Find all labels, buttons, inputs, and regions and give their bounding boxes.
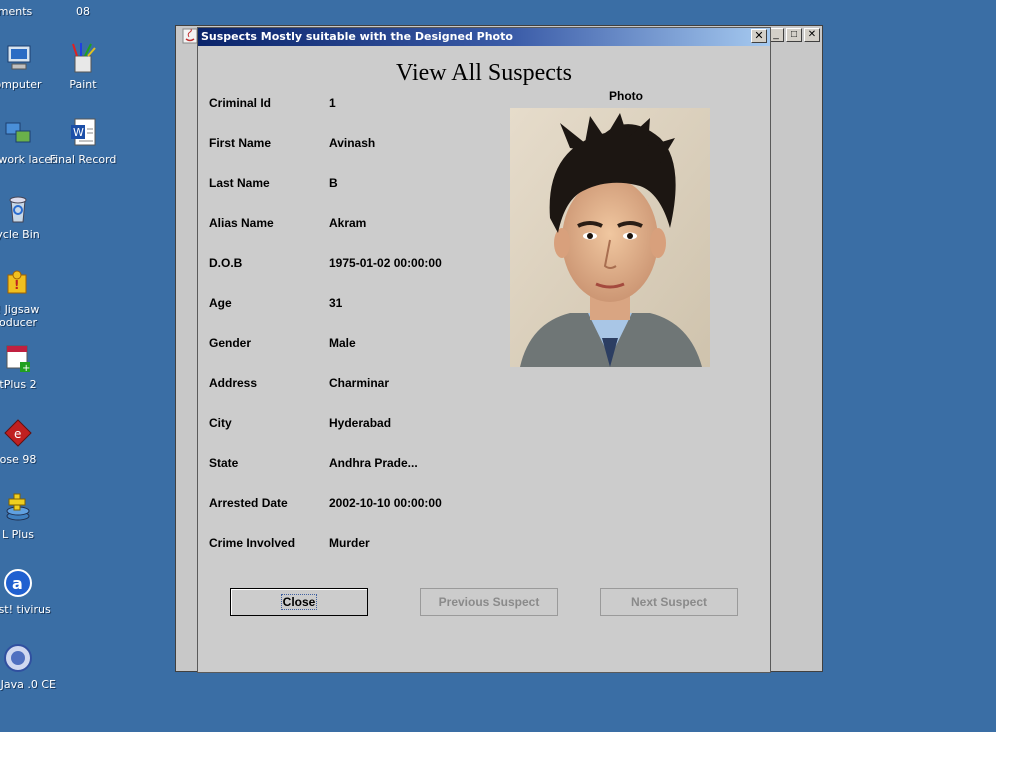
jigsaw-icon: ! [2,267,34,299]
maximize-button[interactable]: □ [786,28,802,42]
svg-text:W: W [73,126,84,139]
dialog-title: Suspects Mostly suitable with the Design… [201,30,513,43]
sqlplus-icon [2,492,34,524]
page-title: View All Suspects [396,60,572,86]
svg-text:+: + [22,363,30,374]
dialog-close-icon[interactable]: ✕ [751,29,767,43]
paint-icon [67,42,99,74]
background-window-controls: _ □ ✕ [768,28,820,42]
field-value-state: Andhra Prade... [329,456,418,470]
field-value-last-name: B [329,176,338,190]
desktop-icon-ose98[interactable]: e ose 98 [0,417,58,466]
avast-icon: a [2,567,34,599]
desktop-label-08[interactable]: 08 [43,5,123,18]
field-label-address: Address [209,376,258,390]
field-value-gender: Male [329,336,356,350]
desktop-icon-sqlplus[interactable]: L Plus [0,492,58,541]
field-value-arrested-date: 2002-10-10 00:00:00 [329,496,442,510]
field-label-last-name: Last Name [209,176,270,190]
desktop-icon-avast[interactable]: a vast! tivirus [0,567,58,616]
desktop-icon-recycle-bin[interactable]: ycle Bin [0,192,58,241]
field-value-alias-name: Akram [329,216,367,230]
svg-text:a: a [12,574,23,593]
field-value-age: 31 [329,296,343,310]
next-suspect-button[interactable]: Next Suspect [600,588,738,616]
close-button-label: Close [280,594,318,610]
field-label-arrested-date: Arrested Date [209,496,288,510]
photo-label: Photo [609,89,643,103]
svg-text:!: ! [14,278,19,292]
app-icon: e [2,417,34,449]
suspect-photo [510,108,710,367]
desktop-icon-java-ide[interactable]: For Java .0 CE [0,642,58,691]
field-value-crime-involved: Murder [329,536,370,550]
field-value-first-name: Avinash [329,136,376,150]
outer-close-button[interactable]: ✕ [804,28,820,42]
recycle-bin-icon [2,192,34,224]
desktop-icon-tplus[interactable]: + tPlus 2 [0,342,58,391]
desktop-label-documents[interactable]: ocuments [0,5,48,18]
calendar-icon: + [2,342,34,374]
desktop-icon-final-record[interactable]: W Final Record [43,117,123,166]
field-label-age: Age [209,296,232,310]
field-value-criminal-id: 1 [329,96,336,110]
suspects-dialog: Suspects Mostly suitable with the Design… [197,27,771,673]
field-value-city: Hyderabad [329,416,392,430]
field-label-criminal-id: Criminal Id [209,96,272,110]
field-label-gender: Gender [209,336,252,350]
word-document-icon: W [67,117,99,149]
network-icon [2,117,34,149]
java-ide-icon [2,642,34,674]
field-value-address: Charminar [329,376,390,390]
field-label-crime-involved: Crime Involved [209,536,296,550]
desktop-icon-paint[interactable]: Paint [43,42,123,91]
computer-icon [2,42,34,74]
close-button[interactable]: Close [230,588,368,616]
field-value-dob: 1975-01-02 00:00:00 [329,256,442,270]
field-label-first-name: First Name [209,136,272,150]
java-window-icon[interactable] [182,28,198,44]
desktop-icon-jigsaw[interactable]: ! ! Jigsaw oducer [0,267,58,329]
field-label-dob: D.O.B [209,256,243,270]
field-label-alias-name: Alias Name [209,216,274,230]
svg-text:e: e [14,427,21,441]
field-label-city: City [209,416,232,430]
field-label-state: State [209,456,239,470]
dialog-titlebar[interactable]: Suspects Mostly suitable with the Design… [198,28,770,46]
previous-suspect-button[interactable]: Previous Suspect [420,588,558,616]
